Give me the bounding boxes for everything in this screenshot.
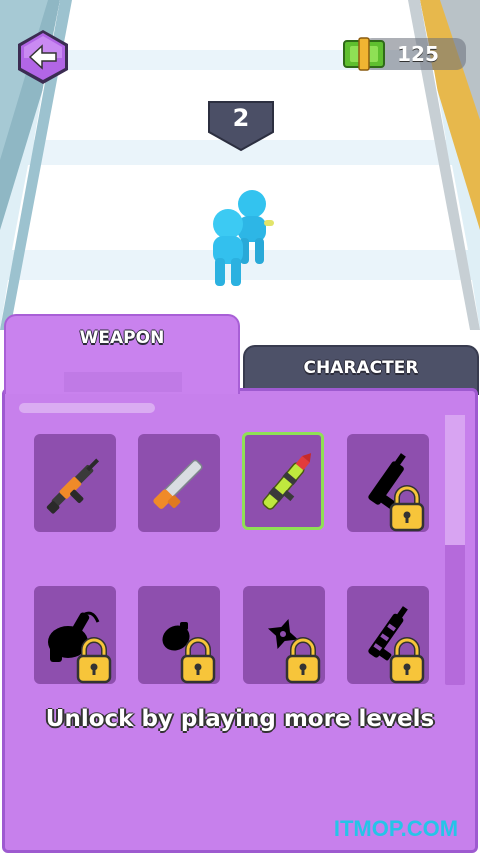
scrollbar[interactable] [445,415,465,685]
shotgun-icon [153,459,203,509]
weapon-slot-rocket-launcher[interactable] [242,432,324,530]
back-arrow-icon [18,30,68,84]
padlock-icon [180,637,216,684]
panel-highlight [19,403,155,413]
weapon-slot-chain-blaster[interactable] [347,586,429,684]
weapon-slot-shotgun[interactable] [138,434,220,532]
assault-rifle-icon [46,458,100,514]
tab-character-label: CHARACTER [303,358,419,378]
tab-weapon-label: WEAPON [79,328,165,348]
level-number: 2 [232,104,250,132]
unlock-message: Unlock by playing more levels [45,706,435,732]
padlock-icon [76,637,112,684]
padlock-icon [389,637,425,684]
weapon-slot-grenade[interactable] [138,586,220,684]
weapon-slot-shuriken[interactable] [243,586,325,684]
padlock-icon [389,485,425,532]
tab-notch [64,372,182,392]
tab-weapon[interactable]: WEAPON [4,314,240,394]
rocket-launcher-icon [262,453,312,510]
watermark-text: ITMOP.COM [333,816,459,841]
scrollbar-thumb[interactable] [445,415,465,545]
cash-counter: 125 [342,36,466,72]
back-button[interactable] [16,28,70,86]
cash-icon [343,37,385,71]
weapon-slot-minigun[interactable] [34,586,116,684]
weapon-slot-heavy-gun[interactable] [347,434,429,532]
padlock-icon [285,637,321,684]
weapon-slot-assault-rifle[interactable] [34,434,116,532]
level-badge: 2 [205,98,277,152]
